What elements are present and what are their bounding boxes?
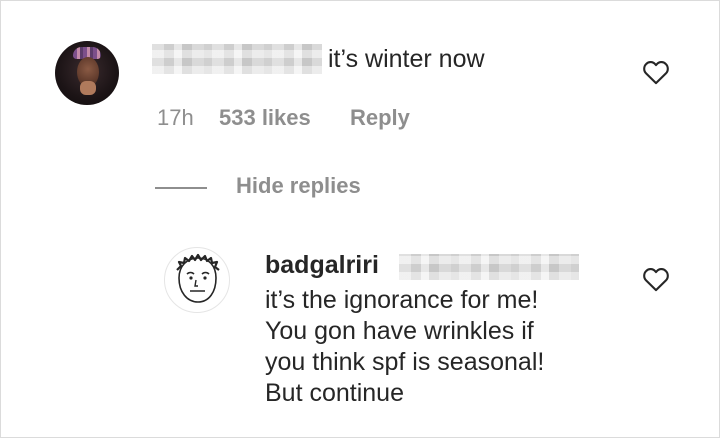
heart-icon[interactable]: [642, 266, 670, 292]
comment-likes[interactable]: 533 likes: [219, 105, 311, 131]
comment-text: it’s winter now: [328, 45, 485, 73]
comment-timestamp: 17h: [157, 105, 194, 130]
reply-text-line: But continue: [265, 379, 404, 407]
hide-replies-divider: [155, 187, 207, 189]
redacted-username: [152, 44, 322, 74]
comment-thread: it’s winter now 17h 533 likes Reply Hide…: [0, 0, 720, 438]
reply-text: it’s the ignorance for me! You gon have …: [265, 285, 544, 409]
reply-button[interactable]: Reply: [350, 105, 410, 131]
reply-text-line: you think spf is seasonal!: [265, 348, 545, 376]
reply-avatar[interactable]: [164, 247, 230, 313]
avatar-hand: [80, 81, 96, 95]
reply-text-line: it’s the ignorance for me!: [265, 286, 539, 314]
hide-replies-button[interactable]: Hide replies: [236, 173, 361, 199]
trollface-avatar-icon: [176, 253, 220, 303]
reply-text-line: You gon have wrinkles if: [265, 317, 534, 345]
heart-icon[interactable]: [642, 59, 670, 85]
redacted-mention: [399, 254, 579, 280]
reply-username[interactable]: badgalriri: [265, 251, 379, 280]
commenter-avatar[interactable]: [55, 41, 119, 105]
